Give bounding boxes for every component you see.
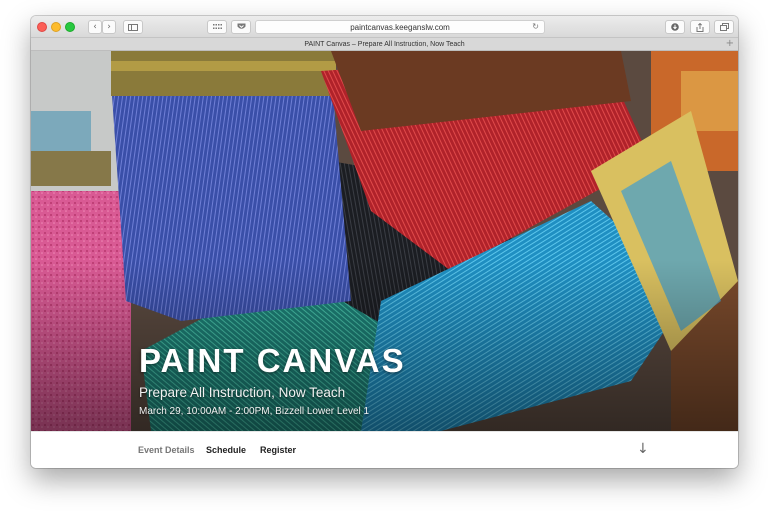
- shield-icon: [237, 23, 245, 29]
- nav-item-schedule[interactable]: Schedule: [206, 445, 246, 455]
- zoom-window-button[interactable]: [65, 22, 75, 32]
- sidebar-icon: [128, 23, 138, 31]
- hero-section: PAINT CANVAS Prepare All Instruction, No…: [31, 51, 738, 431]
- sidebar-button[interactable]: [123, 20, 143, 34]
- nav-item-register[interactable]: Register: [260, 445, 296, 455]
- tab-bar: PAINT Canvas – Prepare All Instruction, …: [31, 38, 738, 51]
- forward-button[interactable]: ›: [102, 20, 116, 34]
- pocket-button[interactable]: [231, 20, 251, 34]
- show-tabs-button[interactable]: [714, 20, 734, 34]
- arrow-down-icon[interactable]: ↓: [637, 441, 649, 457]
- share-button[interactable]: [690, 20, 710, 34]
- top-sites-button[interactable]: [207, 20, 227, 34]
- page-subtitle: Prepare All Instruction, Now Teach: [139, 385, 346, 400]
- downloads-button[interactable]: [665, 20, 685, 34]
- page-title: PAINT CANVAS: [139, 342, 406, 379]
- share-icon: [696, 22, 704, 32]
- chevron-right-icon: ›: [107, 22, 111, 32]
- plus-icon[interactable]: +: [726, 38, 734, 50]
- grid-icon: [212, 24, 222, 29]
- back-button[interactable]: ‹: [88, 20, 102, 34]
- active-tab-title[interactable]: PAINT Canvas – Prepare All Instruction, …: [304, 41, 464, 48]
- download-icon: [671, 23, 679, 31]
- address-bar[interactable]: paintcanvas.keeganslw.com ↻: [255, 20, 545, 34]
- nav-item-event-details[interactable]: Event Details: [138, 445, 195, 455]
- event-details-text: March 29, 10:00AM - 2:00PM, Bizzell Lowe…: [139, 406, 370, 417]
- site-navigation: Event Details Schedule Register ↓: [31, 431, 738, 468]
- browser-toolbar: ‹ › paintcanvas.keeganslw.com ↻: [31, 16, 738, 38]
- browser-window: ‹ › paintcanvas.keeganslw.com ↻ PAINT Ca…: [31, 16, 738, 468]
- chevron-left-icon: ‹: [93, 22, 97, 32]
- minimize-window-button[interactable]: [51, 22, 61, 32]
- close-window-button[interactable]: [37, 22, 47, 32]
- reload-icon[interactable]: ↻: [532, 22, 539, 31]
- url-text: paintcanvas.keeganslw.com: [350, 22, 450, 32]
- tabs-icon: [719, 23, 729, 31]
